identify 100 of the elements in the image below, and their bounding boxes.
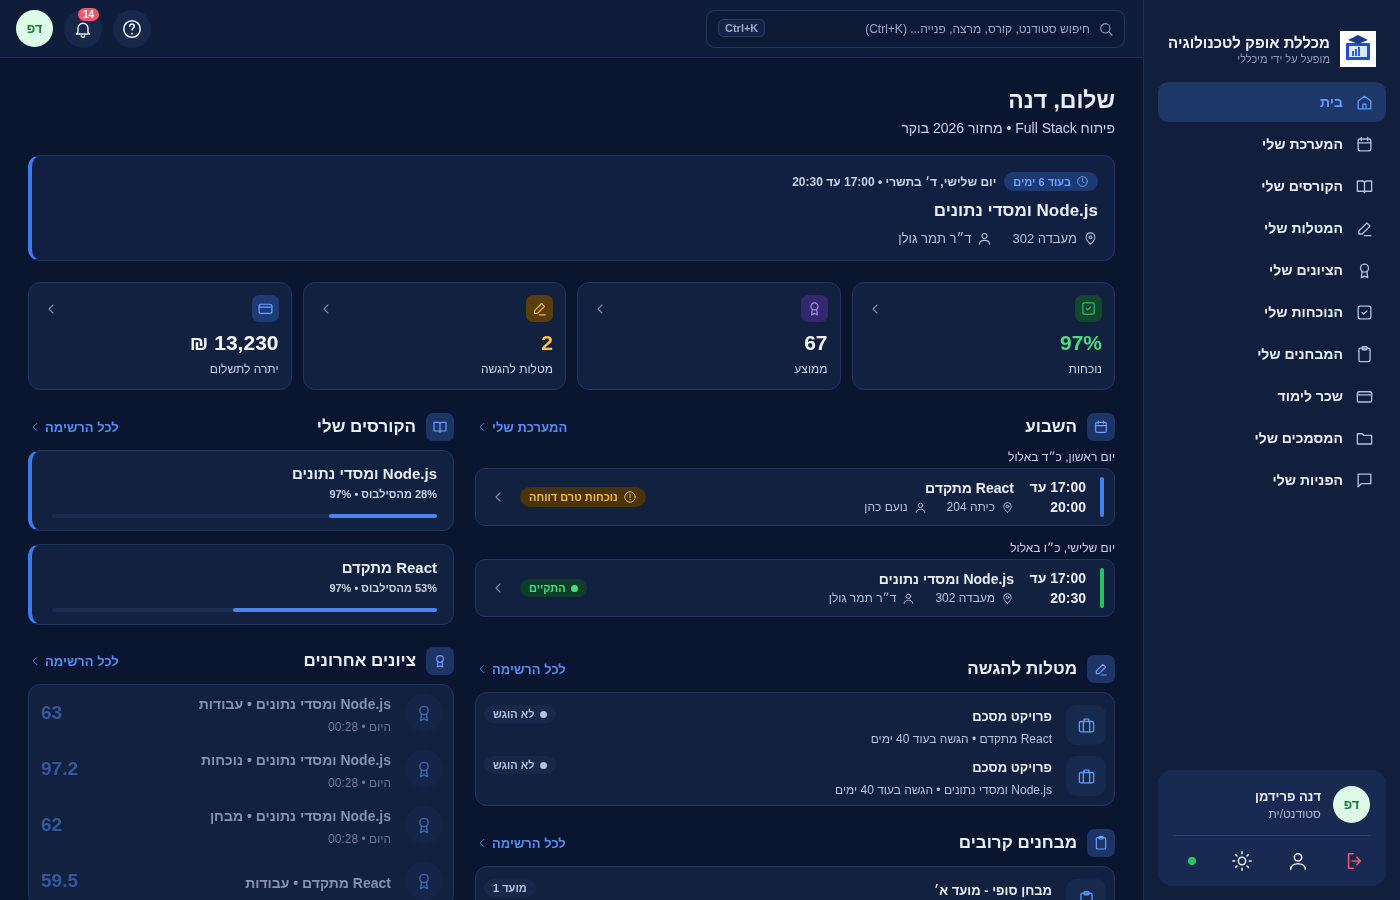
sun-icon xyxy=(1230,850,1253,872)
grade-title: React מתקדם • עבודות xyxy=(244,875,391,891)
clock-icon xyxy=(1076,175,1089,188)
status-badge: התקיים xyxy=(520,579,587,597)
next-class-card[interactable]: בעוד 6 ימים יום שלישי, ד׳ בתשרי • 17:00 עד 20:30 Node.js ומסדי נתונים מעבדה 302 ד״ר תמר גולן xyxy=(28,155,1115,261)
pin-icon xyxy=(1083,231,1098,246)
pin-icon xyxy=(1001,591,1014,605)
end-time: 20:30 xyxy=(1050,590,1086,606)
assignment-detail: Node.js ומסדי נתונים • הגשה בעוד 40 ימים xyxy=(834,783,1052,797)
nav-item[interactable]: המטלות שלי xyxy=(1158,208,1386,248)
view-all-link[interactable]: לכל הרשימה xyxy=(475,835,566,851)
course-title: React מתקדם xyxy=(340,559,437,576)
briefcase-icon xyxy=(1076,766,1096,786)
alert-icon xyxy=(622,490,637,504)
calendar-icon xyxy=(1355,134,1374,154)
user-avatar: דפ xyxy=(1333,786,1370,823)
course-progress-text: 28% מהסילבוס • 97% xyxy=(328,488,437,500)
user-name: דנה פרידמן xyxy=(1255,788,1321,804)
section-title: ציונים אחרונים xyxy=(302,651,416,671)
college-name: מכללת אופק לטכנולוגיה xyxy=(1168,33,1330,51)
grade-title: Node.js ומסדי נתונים • עבודות xyxy=(197,696,391,712)
start-time: 17:00 עד xyxy=(1029,479,1086,495)
view-all-link[interactable]: לכל הרשימה xyxy=(28,653,119,669)
course-card[interactable]: Node.js ומסדי נתונים 28% מהסילבוס • 97% xyxy=(28,450,454,531)
stat-label: נוכחות xyxy=(1068,362,1102,376)
grade-title: Node.js ומסדי נתונים • נוכחות xyxy=(199,752,391,768)
nav-item[interactable]: שכר לימוד xyxy=(1158,376,1386,416)
book-icon xyxy=(432,419,448,435)
greeting-title: שלום, דנה xyxy=(1007,86,1115,115)
nav-item[interactable]: הנוכחות שלי xyxy=(1158,292,1386,332)
status-badge: לא הוגש xyxy=(484,756,556,774)
person-icon xyxy=(913,500,927,514)
section-title: השבוע xyxy=(1024,417,1077,437)
section-title: מבחנים קרובים xyxy=(957,833,1077,853)
view-all-link[interactable]: לכל הרשימה xyxy=(28,419,119,435)
grade-score: 59.5 xyxy=(41,870,78,892)
lecturer-name: ד״ר תמר גולן xyxy=(828,591,897,605)
search-icon xyxy=(1098,20,1114,37)
room-label: מעבדה 302 xyxy=(1012,231,1077,246)
program-subtitle: פיתוח Full Stack • מחזור 2026 בוקר xyxy=(900,120,1115,136)
nav-item[interactable]: הציונים שלי xyxy=(1158,250,1386,290)
exam-title: מבחן סופי - מועד א׳ xyxy=(932,883,1052,898)
help-icon xyxy=(121,17,143,40)
class-time: יום שלישי, ד׳ בתשרי • 17:00 עד 20:30 xyxy=(792,174,997,189)
session-badge: מועד 1 xyxy=(484,879,536,897)
grade-time: היום • 00:28 xyxy=(327,720,391,734)
lecturer-name: ד״ר תמר גולן xyxy=(898,231,972,246)
section-title: מטלות להגשה xyxy=(966,659,1077,679)
day-label: יום שלישי, כ״ו באלול xyxy=(1009,541,1115,555)
nav-item[interactable]: הפניות שלי xyxy=(1158,460,1386,500)
view-all-link[interactable]: המערכת שלי xyxy=(475,419,568,435)
stat-label: יתרה לתשלום xyxy=(209,362,279,376)
pin-icon xyxy=(1001,500,1014,514)
clipboard-icon xyxy=(1355,344,1374,364)
checkbox-icon xyxy=(1355,302,1374,322)
checkbox-icon xyxy=(1080,300,1097,317)
grade-score: 97.2 xyxy=(41,758,78,780)
course-card[interactable]: React מתקדם 53% מהסילבוס • 97% xyxy=(28,544,454,625)
room-label: מעבדה 302 xyxy=(935,591,995,605)
nav-item[interactable]: המבחנים שלי xyxy=(1158,334,1386,374)
assignment-detail: React מתקדם • הגשה בעוד 40 ימים xyxy=(869,732,1052,746)
nav-item[interactable]: המערכת שלי xyxy=(1158,124,1386,164)
status-badge: נוכחות טרם דווחה xyxy=(520,487,646,507)
notification-count: 14 xyxy=(78,7,100,21)
assignment-title: פרויקט מסכם xyxy=(971,709,1052,724)
help-button[interactable] xyxy=(113,9,151,48)
stat-value: 2 xyxy=(541,330,553,356)
clipboard-icon xyxy=(1093,835,1109,851)
person-icon xyxy=(902,591,916,605)
logo-icon xyxy=(1340,31,1376,67)
course-title: Node.js ומסדי נתונים xyxy=(291,465,437,482)
chat-icon xyxy=(1355,470,1374,490)
grade-score: 62 xyxy=(41,814,63,836)
nav-item[interactable]: בית xyxy=(1158,82,1386,122)
grade-time: היום • 00:28 xyxy=(327,776,391,790)
grade-score: 63 xyxy=(41,702,63,724)
pencil-icon xyxy=(531,300,548,317)
theme-button[interactable] xyxy=(1230,850,1253,872)
session-title: Node.js ומסדי נתונים xyxy=(877,571,1014,587)
stat-label: ממוצע xyxy=(794,362,828,376)
stat-label: מטלות להגשה xyxy=(480,362,553,376)
class-title: Node.js ומסדי נתונים xyxy=(932,201,1098,221)
assignment-title: פרויקט מסכם xyxy=(971,760,1052,775)
stat-value: 67 xyxy=(804,330,828,356)
college-tagline: מופעל על ידי מיכללי xyxy=(1236,52,1330,65)
stat-value: 13,230 ₪ xyxy=(189,330,279,356)
grade-time: היום • 00:28 xyxy=(327,832,391,846)
session-title: React מתקדם xyxy=(924,480,1014,496)
briefcase-icon xyxy=(1076,715,1096,735)
end-time: 20:00 xyxy=(1050,499,1086,515)
person-icon xyxy=(977,231,993,246)
view-all-link[interactable]: לכל הרשימה xyxy=(475,661,566,677)
nav-item[interactable]: המסמכים שלי xyxy=(1158,418,1386,458)
user-role: סטודנט/ית xyxy=(1267,806,1321,821)
status-badge: לא הוגש xyxy=(484,705,556,723)
user-avatar[interactable]: דפ xyxy=(16,10,53,47)
day-label: יום ראשון, כ״ד באלול xyxy=(1007,450,1115,464)
countdown-badge: בעוד 6 ימים xyxy=(1004,172,1098,191)
nav-item[interactable]: הקורסים שלי xyxy=(1158,166,1386,206)
course-progress-text: 53% מהסילבוס • 97% xyxy=(328,582,437,594)
